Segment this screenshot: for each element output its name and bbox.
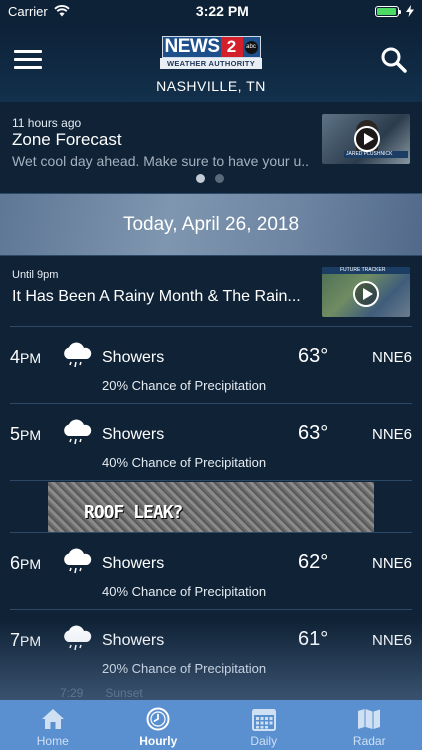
status-right	[375, 5, 414, 17]
status-left: Carrier	[8, 4, 70, 19]
story-video-thumbnail[interactable]: FUTURE TRACKER	[322, 267, 410, 317]
hour-value: 5	[10, 424, 21, 444]
thumbnail-caption: JARED PLUSHNICK	[344, 151, 408, 158]
carrier-label: Carrier	[8, 3, 48, 19]
rain-cloud-icon	[64, 419, 92, 445]
hour-value: 7	[10, 630, 21, 650]
tab-hourly[interactable]: Hourly	[106, 700, 212, 750]
tab-daily[interactable]: Daily	[211, 700, 317, 750]
rain-cloud-icon	[64, 548, 92, 574]
hour-wind: NNE6	[371, 555, 412, 572]
tab-home[interactable]: Home	[0, 700, 106, 750]
hourly-list: 4PM Showers 63° NNE6 20% Chance of Preci…	[0, 326, 422, 686]
hour-wind: NNE6	[371, 632, 412, 649]
hamburger-line	[14, 58, 42, 61]
tab-label: Hourly	[139, 734, 178, 748]
forecast-description: Wet cool day ahead. Make sure to have yo…	[12, 153, 310, 169]
hour-temperature: 62°	[298, 551, 329, 573]
hour-condition: Showers	[102, 555, 165, 572]
hourly-row[interactable]: 5PM Showers 63° NNE6 40% Chance of Preci…	[10, 403, 412, 480]
sunset-row: 7:29 Sunset	[60, 686, 143, 700]
hour-ampm: PM	[20, 633, 42, 649]
hour-ampm: PM	[20, 427, 42, 443]
sunset-time: 7:29	[60, 686, 84, 700]
hour-condition: Showers	[102, 426, 165, 443]
hamburger-line	[14, 66, 42, 69]
forecast-video-thumbnail[interactable]: JARED PLUSHNICK	[322, 114, 410, 164]
play-icon[interactable]	[354, 126, 380, 152]
carousel-dot[interactable]	[215, 174, 224, 183]
hour-wind: NNE6	[371, 349, 412, 366]
search-button[interactable]	[380, 46, 408, 74]
hour-time: 6PM	[10, 553, 41, 574]
story-card[interactable]: Until 9pm It Has Been A Rainy Month & Th…	[0, 256, 422, 326]
hourly-row[interactable]: 6PM Showers 62° NNE6 40% Chance of Preci…	[10, 532, 412, 609]
status-bar: Carrier 3:22 PM	[0, 0, 422, 22]
clock-icon	[146, 707, 170, 731]
thumbnail-caption: FUTURE TRACKER	[322, 267, 410, 274]
hour-temperature: 61°	[298, 628, 329, 650]
story-title: It Has Been A Rainy Month & The Rain...	[12, 288, 301, 305]
hour-wind: NNE6	[371, 426, 412, 443]
carousel-dot-active[interactable]	[196, 174, 205, 183]
rain-cloud-icon	[64, 342, 92, 368]
tab-bar: Home Hourly Daily Radar	[0, 700, 422, 750]
forecast-title: Zone Forecast	[12, 130, 122, 149]
hour-time: 5PM	[10, 424, 41, 445]
hour-condition: Showers	[102, 632, 165, 649]
search-icon	[381, 47, 407, 73]
abc-logo: abc	[244, 40, 258, 54]
hourly-row[interactable]: 7PM Showers 61° NNE6 20% Chance of Preci…	[10, 609, 412, 686]
logo-number: 2	[220, 37, 243, 57]
hour-condition: Showers	[102, 349, 165, 366]
carousel-dots	[196, 174, 224, 183]
logo-main: NEWS 2 abc	[161, 36, 261, 58]
tab-label: Radar	[352, 734, 386, 748]
hamburger-line	[14, 50, 42, 53]
ad-row: ROOF LEAK?	[10, 480, 412, 532]
hour-precipitation: 20% Chance of Precipitation	[102, 378, 267, 393]
news2-logo: NEWS 2 abc WEATHER AUTHORITY	[160, 36, 262, 72]
play-icon[interactable]	[353, 281, 379, 307]
sunset-label: Sunset	[105, 686, 143, 700]
tab-radar[interactable]: Radar	[317, 700, 422, 750]
map-icon	[358, 709, 381, 729]
hour-ampm: PM	[20, 556, 42, 572]
forecast-time-ago: 11 hours ago	[12, 116, 82, 130]
forecast-card[interactable]: 11 hours ago Zone Forecast Wet cool day …	[0, 102, 422, 194]
hour-value: 4	[10, 347, 21, 367]
tab-label: Daily	[250, 734, 278, 748]
app-header: NEWS 2 abc WEATHER AUTHORITY NASHVILLE, …	[0, 22, 422, 102]
status-time: 3:22 PM	[195, 3, 249, 19]
date-text: Today, April 26, 2018	[122, 214, 300, 235]
tab-label: Home	[36, 734, 69, 748]
menu-button[interactable]	[14, 50, 42, 72]
hourly-row[interactable]: 4PM Showers 63° NNE6 20% Chance of Preci…	[10, 326, 412, 403]
calendar-icon	[251, 709, 276, 731]
location-label: NASHVILLE, TN	[156, 78, 266, 94]
date-banner: Today, April 26, 2018	[0, 194, 422, 256]
hour-temperature: 63°	[298, 345, 329, 367]
hour-time: 7PM	[10, 630, 41, 651]
rain-cloud-icon	[64, 625, 92, 651]
battery-icon	[375, 5, 401, 17]
charging-icon	[406, 5, 414, 17]
wifi-icon	[54, 5, 70, 17]
ad-text: ROOF LEAK?	[84, 502, 183, 523]
hour-precipitation: 40% Chance of Precipitation	[102, 584, 267, 599]
hour-precipitation: 20% Chance of Precipitation	[102, 661, 267, 676]
hour-precipitation: 40% Chance of Precipitation	[102, 455, 267, 470]
hour-value: 6	[10, 553, 21, 573]
ad-banner[interactable]: ROOF LEAK?	[48, 482, 374, 532]
hour-time: 4PM	[10, 347, 41, 368]
hour-temperature: 63°	[298, 422, 329, 444]
hour-ampm: PM	[20, 350, 42, 366]
battery-level	[377, 7, 396, 15]
story-until: Until 9pm	[12, 269, 59, 281]
logo-subtitle: WEATHER AUTHORITY	[160, 58, 262, 69]
home-icon	[41, 709, 64, 729]
logo-text: NEWS	[164, 36, 221, 57]
